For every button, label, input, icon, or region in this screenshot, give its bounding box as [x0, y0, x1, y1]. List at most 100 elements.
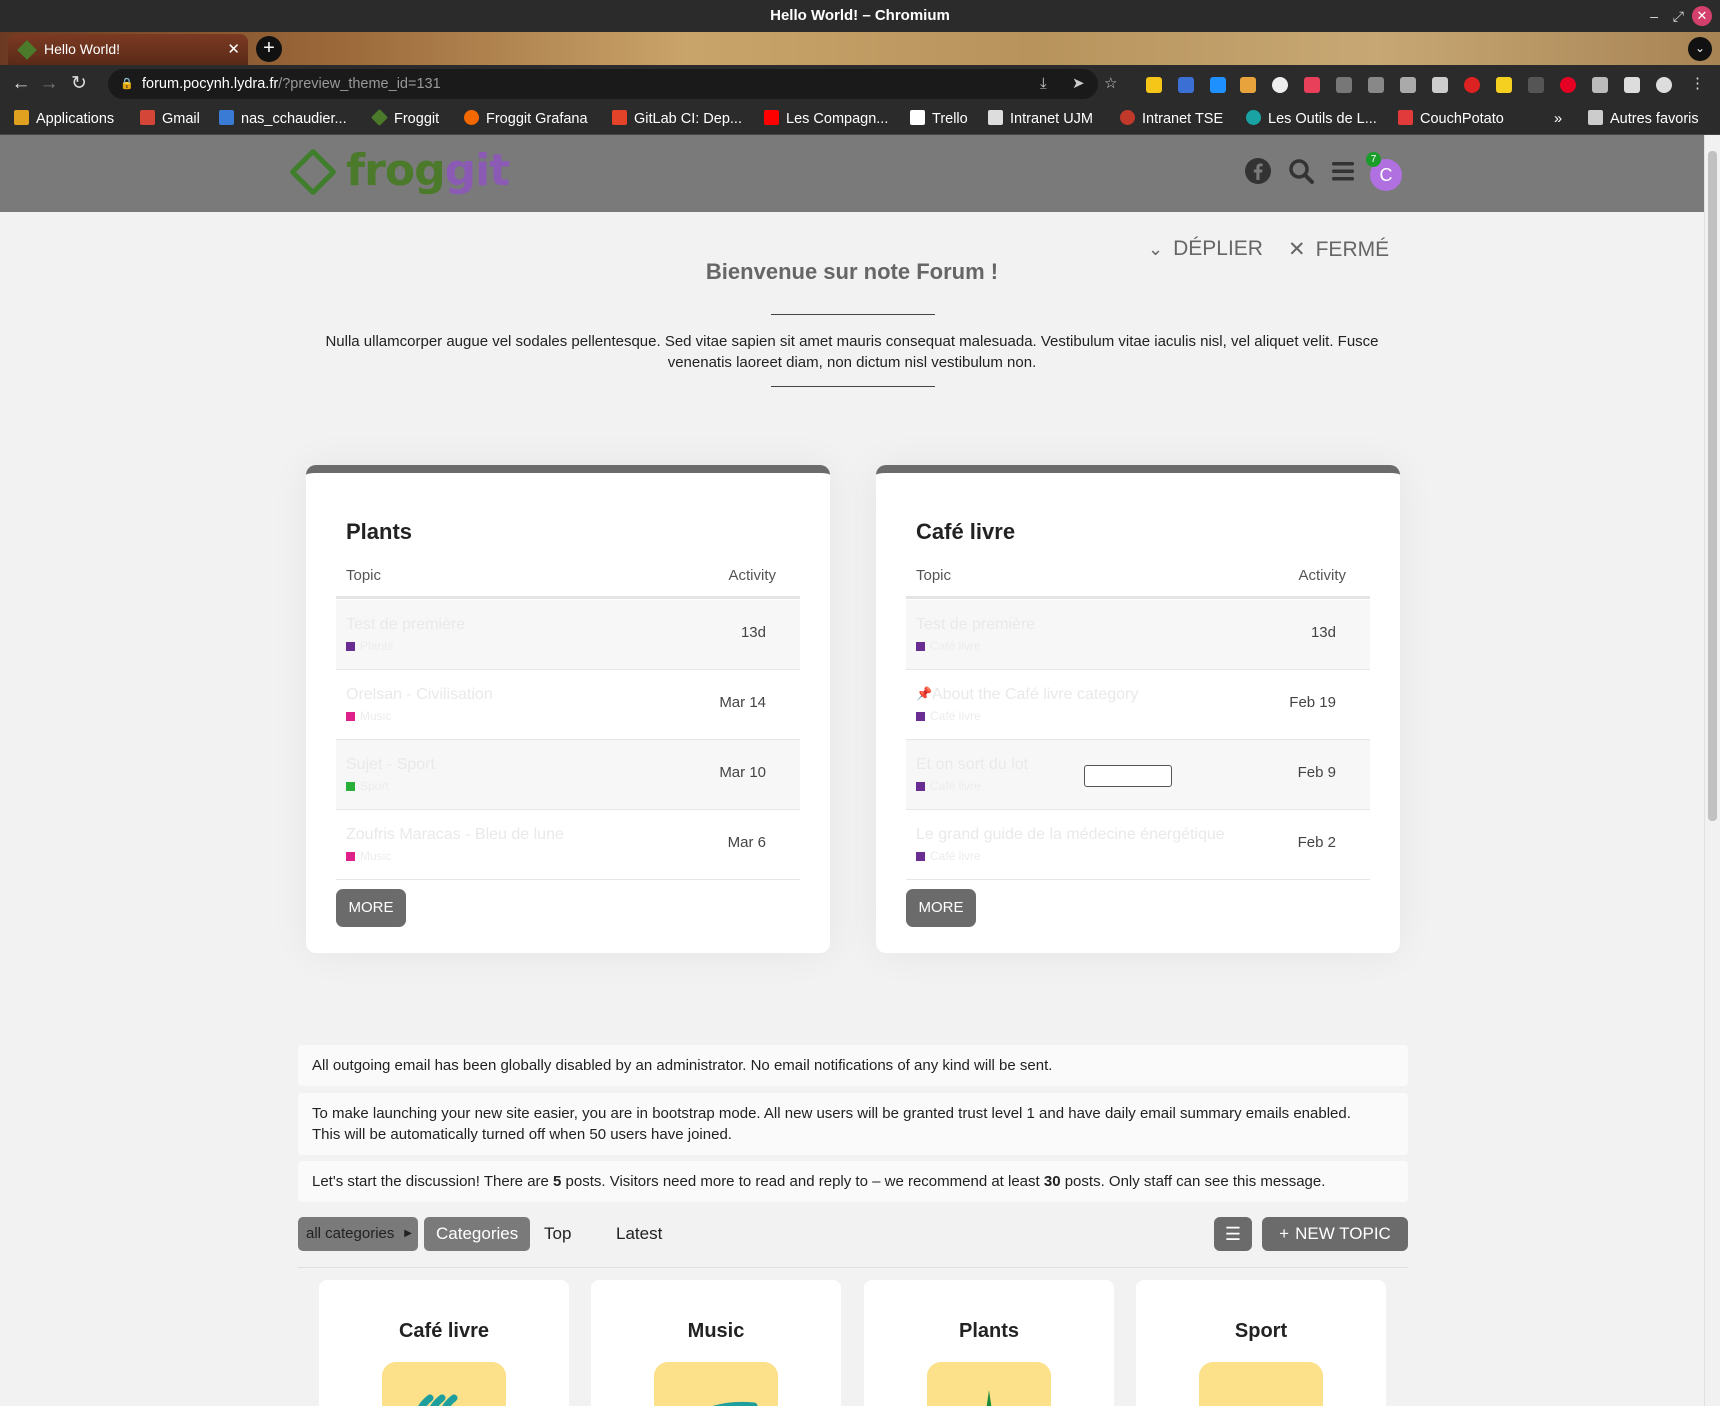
scrollbar-thumb[interactable]: [1708, 151, 1717, 821]
bookmark-froggit[interactable]: Froggit: [371, 103, 439, 135]
search-icon[interactable]: [1286, 157, 1316, 187]
category-box-cafe-livre[interactable]: Café livre: [319, 1280, 569, 1406]
table-row[interactable]: Le grand guide de la médecine énergétiqu…: [906, 810, 1370, 880]
category-box-plants[interactable]: Plants: [864, 1280, 1114, 1406]
pinterest-icon[interactable]: [1560, 77, 1576, 93]
star-extension-icon[interactable]: [1146, 77, 1162, 93]
install-icon[interactable]: ⤓: [1040, 69, 1047, 99]
topic-category[interactable]: Café livre: [930, 849, 981, 863]
bookmark-nas[interactable]: nas_cchaudier...: [219, 103, 347, 135]
side-panel-icon[interactable]: [1624, 77, 1640, 93]
froggit-icon: [371, 109, 388, 126]
table-row[interactable]: Test de première Plants 13d: [336, 600, 800, 670]
extension-chat-icon[interactable]: [1368, 77, 1384, 93]
bookmark-label: Applications: [36, 111, 115, 127]
column-topic: Topic: [346, 567, 382, 584]
plus-icon: +: [1279, 1224, 1290, 1243]
category-box-sport[interactable]: Sport: [1136, 1280, 1386, 1406]
topic-title[interactable]: About the Café livre category: [932, 686, 1138, 704]
topic-title[interactable]: Orelsan - Civilisation: [346, 686, 493, 704]
table-row[interactable]: Test de première Café livre 13d: [906, 600, 1370, 670]
notification-badge[interactable]: 7: [1366, 152, 1381, 167]
bookmark-gitlab-ci[interactable]: GitLab CI: Dep...: [612, 103, 742, 135]
tab-close-icon[interactable]: ✕: [227, 34, 240, 65]
bookmark-gmail[interactable]: Gmail: [140, 103, 200, 135]
bookmark-les-compagnons[interactable]: Les Compagn...: [764, 103, 888, 135]
highlighter-icon[interactable]: [1496, 77, 1512, 93]
topic-card-plants: Plants Topic Activity Test de première P…: [306, 465, 830, 953]
bookmark-couchpotato[interactable]: CouchPotato: [1398, 103, 1504, 135]
list-icon: ☰: [1224, 1224, 1242, 1244]
bookmark-intranet-ujm[interactable]: Intranet UJM: [988, 103, 1093, 135]
bookmark-froggit-grafana[interactable]: Froggit Grafana: [464, 103, 588, 135]
minimize-button[interactable]: –: [1650, 0, 1658, 32]
table-row[interactable]: Zoufris Maracas - Bleu de lune Music Mar…: [336, 810, 800, 880]
tab-hello-world[interactable]: Hello World! ✕: [8, 34, 248, 65]
page-scrollbar[interactable]: [1704, 135, 1720, 1406]
bookmark-applications[interactable]: Applications: [14, 103, 114, 135]
topic-title[interactable]: Et on sort du lot: [916, 756, 1028, 774]
bookmark-autres-favoris[interactable]: Autres favoris: [1588, 103, 1699, 135]
table-row[interactable]: 📌 About the Café livre category Café liv…: [906, 670, 1370, 740]
bookmark-les-outils[interactable]: Les Outils de L...: [1246, 103, 1377, 135]
topic-category[interactable]: Café livre: [930, 709, 981, 723]
adblock-icon[interactable]: [1464, 77, 1480, 93]
new-topic-button[interactable]: + NEW TOPIC: [1262, 1217, 1408, 1251]
maximize-button[interactable]: ⤢: [1673, 0, 1684, 32]
tab-search-chevron-icon[interactable]: ⌄: [1688, 37, 1712, 61]
close-window-button[interactable]: ✕: [1692, 6, 1712, 26]
table-row[interactable]: Orelsan - Civilisation Music Mar 14: [336, 670, 800, 740]
more-button[interactable]: MORE: [906, 889, 976, 927]
topic-title[interactable]: Zoufris Maracas - Bleu de lune: [346, 826, 564, 844]
extension-bars-icon[interactable]: [1240, 77, 1256, 93]
more-button[interactable]: MORE: [336, 889, 406, 927]
address-bar[interactable]: 🔒 forum.pocynh.lydra.fr/?preview_theme_i…: [108, 69, 1098, 99]
facebook-icon[interactable]: [1243, 157, 1273, 187]
youtube-icon: [764, 110, 779, 125]
topic-category[interactable]: Café livre: [930, 779, 981, 793]
category-dropdown[interactable]: all categories ▶: [298, 1217, 418, 1251]
bookmark-intranet-tse[interactable]: Intranet TSE: [1120, 103, 1223, 135]
tab-categories[interactable]: Categories: [424, 1217, 531, 1251]
table-row[interactable]: Sujet - Sport Sport Mar 10: [336, 740, 800, 810]
topic-category[interactable]: Plants: [360, 639, 393, 653]
bookmark-label: Froggit Grafana: [486, 111, 588, 127]
bookmark-label: Trello: [932, 111, 968, 127]
extension-dark-icon[interactable]: [1528, 77, 1544, 93]
extension-puzzle-grey-icon[interactable]: [1400, 77, 1416, 93]
topic-title[interactable]: Sujet - Sport: [346, 756, 435, 774]
bookmark-star-icon[interactable]: ☆: [1104, 69, 1117, 99]
hamburger-menu-icon[interactable]: [1328, 157, 1358, 187]
tab-latest[interactable]: Latest: [604, 1217, 674, 1251]
extension-share-icon[interactable]: [1432, 77, 1448, 93]
category-badge: [346, 782, 355, 791]
topic-category[interactable]: Music: [360, 849, 391, 863]
extensions-puzzle-icon[interactable]: [1592, 77, 1608, 93]
list-view-button[interactable]: ☰: [1214, 1217, 1252, 1251]
extension-blue-icon[interactable]: [1210, 77, 1226, 93]
bookmark-trello[interactable]: Trello: [910, 103, 968, 135]
window-title: Hello World! – Chromium: [770, 7, 950, 24]
topic-title[interactable]: Le grand guide de la médecine énergétiqu…: [916, 826, 1225, 844]
topic-category[interactable]: Music: [360, 709, 391, 723]
browser-menu-icon[interactable]: ⋮: [1690, 69, 1705, 99]
back-arrow-icon[interactable]: ←: [8, 71, 34, 97]
extension-w-icon[interactable]: [1336, 77, 1352, 93]
topic-title[interactable]: Test de première: [916, 616, 1035, 634]
reload-icon[interactable]: ↻: [66, 71, 92, 97]
topic-title[interactable]: Test de première: [346, 616, 465, 634]
forward-arrow-icon[interactable]: →: [36, 71, 62, 97]
new-tab-button[interactable]: +: [256, 36, 282, 62]
tooltip-box: [1084, 765, 1172, 787]
profile-icon[interactable]: [1656, 77, 1672, 93]
send-icon[interactable]: ➤: [1072, 69, 1085, 99]
topic-category[interactable]: Sport: [360, 779, 389, 793]
pocket-icon[interactable]: [1304, 77, 1320, 93]
category-box-music[interactable]: Music: [591, 1280, 841, 1406]
bookmarks-overflow-button[interactable]: »: [1554, 103, 1562, 135]
tab-top[interactable]: Top: [532, 1217, 583, 1251]
extension-circle-icon[interactable]: [1272, 77, 1288, 93]
topic-category[interactable]: Café livre: [930, 639, 981, 653]
extension-badge-icon[interactable]: [1178, 77, 1194, 93]
banner-expand-button[interactable]: ⌄ DÉPLIER: [1148, 237, 1263, 261]
